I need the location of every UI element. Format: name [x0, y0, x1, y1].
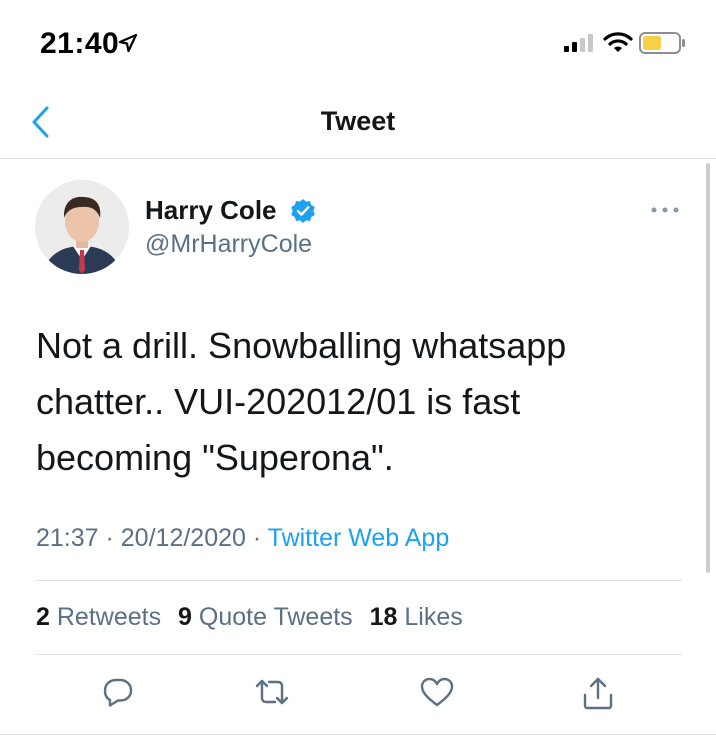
cellular-signal-icon: [563, 33, 597, 58]
divider: [36, 580, 682, 581]
quote-tweets-count: 9: [178, 603, 192, 631]
verified-icon: [290, 198, 316, 229]
page-title: Tweet: [320, 106, 396, 136]
avatar[interactable]: [35, 180, 129, 274]
retweets-label: Retweets: [56, 603, 162, 631]
user-handle[interactable]: @MrHarryCole: [145, 230, 312, 259]
display-name[interactable]: Harry Cole: [145, 195, 277, 226]
like-button[interactable]: [420, 676, 454, 713]
wifi-icon: [603, 30, 633, 59]
tweet-meta: 21:37 · 20/12/2020 · Twitter Web App: [36, 524, 449, 553]
meta-separator: ·: [98, 524, 121, 552]
share-button[interactable]: [582, 676, 614, 715]
tweet-stats: 2 Retweets 9 Quote Tweets 18 Likes: [36, 603, 473, 632]
meta-separator: ·: [245, 524, 268, 552]
status-time: 21:40: [40, 27, 120, 60]
retweet-button[interactable]: [254, 676, 290, 713]
likes-label: Likes: [404, 603, 463, 631]
quote-tweets-stat[interactable]: 9 Quote Tweets: [178, 603, 353, 631]
tweet-text: Not a drill. Snowballing whatsapp chatte…: [36, 325, 567, 478]
retweets-count: 2: [36, 603, 50, 631]
location-arrow-icon: [118, 33, 138, 58]
more-icon[interactable]: [650, 202, 680, 220]
reply-icon: [103, 678, 133, 707]
quote-tweets-label: Quote Tweets: [198, 603, 353, 631]
likes-count: 18: [369, 603, 398, 631]
retweet-icon: [255, 679, 289, 705]
scroll-indicator: [706, 163, 710, 573]
reply-button[interactable]: [102, 676, 134, 713]
like-icon: [420, 677, 454, 707]
battery-icon: [639, 31, 687, 60]
retweets-stat[interactable]: 2 Retweets: [36, 603, 161, 631]
tweet-time: 21:37: [36, 524, 99, 552]
nav-bar: Tweet: [0, 88, 716, 159]
likes-stat[interactable]: 18 Likes: [370, 603, 463, 631]
status-bar: 21:40: [0, 0, 716, 88]
divider: [36, 654, 682, 655]
tweet-date: 20/12/2020: [120, 524, 246, 552]
divider: [0, 734, 716, 735]
share-icon: [583, 677, 613, 710]
tweet-source-link[interactable]: Twitter Web App: [268, 524, 450, 552]
